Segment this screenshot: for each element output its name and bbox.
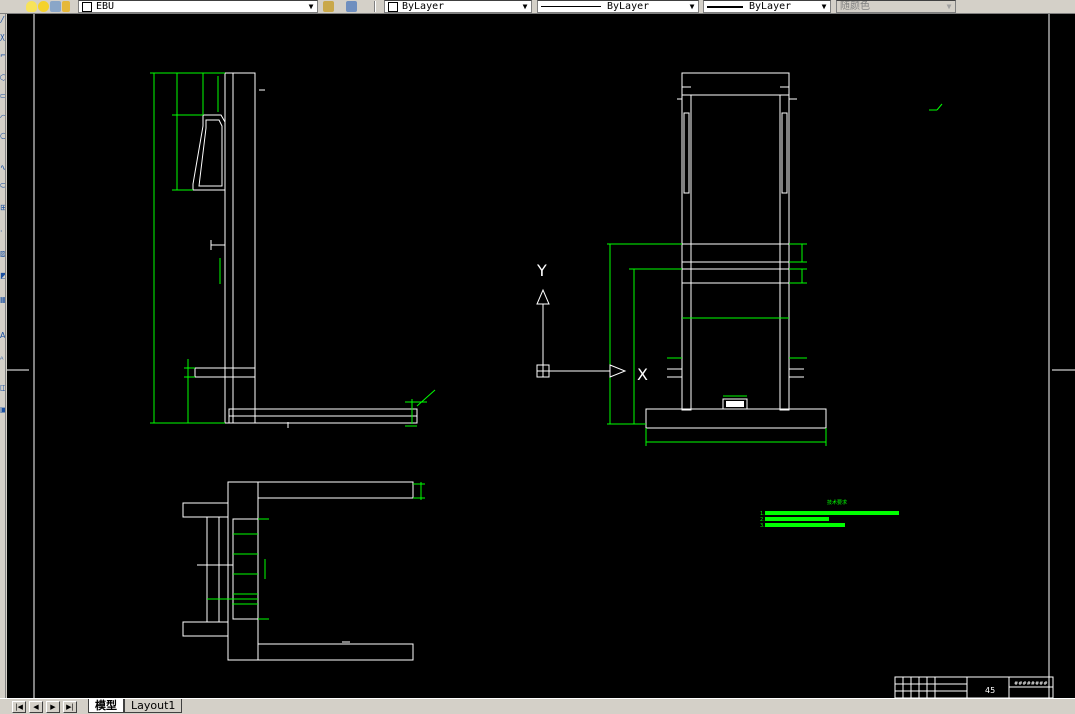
make-layer-current-icon[interactable] [323, 1, 334, 12]
lightbulb-icon[interactable] [26, 1, 37, 12]
ucs-y-label: Y [536, 261, 547, 280]
title-block-sheet-number: 45 [985, 686, 995, 695]
line-tool-icon[interactable]: ╱ [0, 16, 5, 23]
layer-dropdown[interactable]: EBU ▼ [78, 0, 318, 13]
lock-icon[interactable] [62, 1, 70, 12]
region-tool-icon[interactable]: ◩ [0, 272, 5, 279]
tab-model[interactable]: 模型 [88, 699, 124, 713]
layout-tab-bar: |◀ ◀ ▶ ▶| 模型 Layout1 [0, 698, 1075, 714]
point-tool-icon[interactable]: · [0, 228, 5, 235]
lineweight-value: ByLayer [749, 1, 792, 12]
previous-tab-icon[interactable]: ◀ [29, 701, 43, 713]
layer-name: EBU [96, 1, 115, 12]
linetype-dropdown[interactable]: ByLayer ▼ [537, 0, 699, 13]
block-tool-icon[interactable]: ◫ [0, 384, 5, 391]
note-line-2-bar [765, 517, 829, 521]
plan-view [182, 481, 425, 661]
mtext-tool-icon[interactable]: A [0, 332, 5, 339]
side-view [150, 72, 436, 428]
note-line-1-bar [765, 511, 899, 515]
tab-layout1[interactable]: Layout1 [124, 699, 183, 713]
wipeout-tool-icon[interactable]: ▣ [0, 406, 5, 413]
plot-style-dropdown[interactable]: 随颜色 ▼ [836, 0, 956, 13]
chevron-down-icon[interactable]: ▼ [818, 1, 830, 12]
properties-toolbar: EBU ▼ ByLayer ▼ ByLayer ▼ ByLayer ▼ 随颜色 … [0, 0, 1075, 14]
text-tool-icon[interactable]: ᴬ [0, 356, 5, 363]
drawing-svg: Y X 技术要求 1. 2. 3. 45 ######## [7, 14, 1075, 698]
chevron-down-icon[interactable]: ▼ [943, 1, 955, 12]
color-swatch [388, 1, 398, 12]
layer-previous-icon[interactable] [346, 1, 357, 12]
ellipse-tool-icon[interactable]: ⬭ [0, 182, 5, 189]
chevron-down-icon[interactable]: ▼ [305, 1, 317, 12]
construction-line-tool-icon[interactable]: ╳ [0, 34, 5, 41]
color-dropdown[interactable]: ByLayer ▼ [384, 0, 532, 13]
ucs-x-label: X [637, 365, 648, 384]
toolbar-separator [374, 1, 376, 12]
first-tab-icon[interactable]: |◀ [12, 701, 26, 713]
sun-freeze-icon[interactable] [38, 1, 49, 12]
spline-tool-icon[interactable]: ∿ [0, 164, 5, 171]
linetype-value: ByLayer [607, 1, 650, 12]
chevron-down-icon[interactable]: ▼ [519, 1, 531, 12]
drawing-border [7, 14, 1075, 698]
insert-block-tool-icon[interactable]: ⊞ [0, 204, 5, 211]
hatch-tool-icon[interactable]: ▨ [0, 250, 5, 257]
front-view-hatch [726, 401, 744, 407]
lineweight-dropdown[interactable]: ByLayer ▼ [703, 0, 831, 13]
layer-color-swatch [82, 1, 92, 12]
polyline-tool-icon[interactable]: ⌐ [0, 52, 5, 59]
plot-style-value: 随颜色 [840, 1, 870, 12]
rectangle-tool-icon[interactable]: ▭ [0, 92, 5, 99]
last-tab-icon[interactable]: ▶| [63, 701, 77, 713]
viewport-freeze-icon[interactable] [50, 1, 61, 12]
ucs-icon [536, 288, 627, 378]
front-view [607, 72, 943, 446]
next-tab-icon[interactable]: ▶ [46, 701, 60, 713]
color-value: ByLayer [402, 1, 445, 12]
linetype-sample-line [541, 6, 601, 7]
circle-tool-icon[interactable]: ○ [0, 132, 5, 139]
arc-tool-icon[interactable]: ◠ [0, 114, 5, 121]
draw-toolbar: ╱ ╳ ⌐ ⬡ ▭ ◠ ○ ∿ ⬭ ⊞ · ▨ ◩ ▦ A ᴬ ◫ ▣ [0, 14, 6, 698]
lineweight-sample-line [707, 5, 743, 8]
technical-notes: 技术要求 1. 2. 3. [760, 499, 899, 529]
note-line-3-bar [765, 523, 845, 527]
note-line: 3. [760, 523, 765, 529]
drawing-canvas[interactable]: Y X 技术要求 1. 2. 3. 45 ######## [7, 14, 1075, 698]
layer-state-icons [2, 1, 72, 13]
polygon-tool-icon[interactable]: ⬡ [0, 74, 5, 81]
notes-heading: 技术要求 [827, 499, 847, 506]
chevron-down-icon[interactable]: ▼ [686, 1, 698, 12]
table-tool-icon[interactable]: ▦ [0, 296, 5, 303]
title-block-drawing-name: ######## [1014, 681, 1048, 687]
